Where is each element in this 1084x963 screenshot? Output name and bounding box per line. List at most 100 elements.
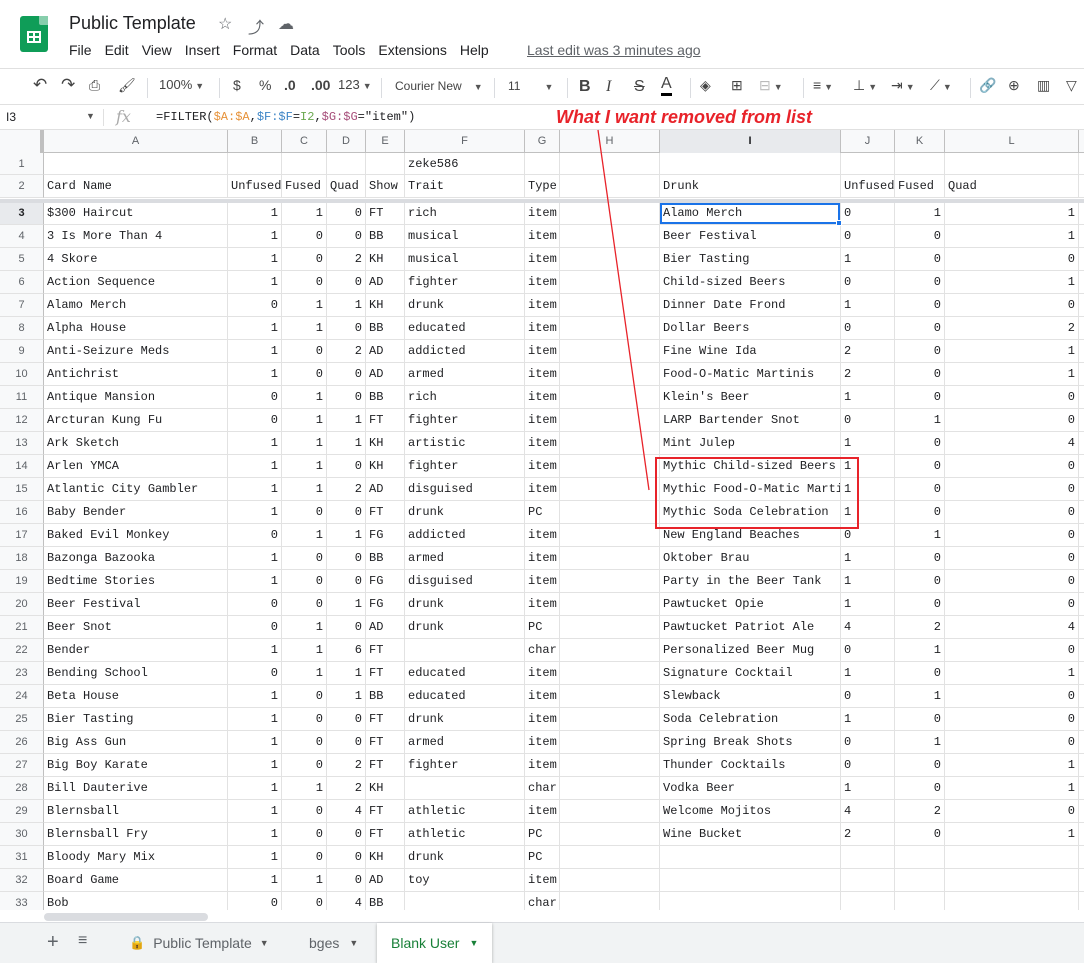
menu-data[interactable]: Data (290, 42, 320, 58)
cell-i14[interactable]: Mythic Child-sized Beers (660, 455, 841, 477)
cell-l3[interactable]: 1 (945, 202, 1079, 224)
cell-a6[interactable]: Action Sequence (44, 271, 228, 293)
cell-e7[interactable]: KH (366, 294, 405, 316)
cell-e22[interactable]: FT (366, 639, 405, 661)
cell-d12[interactable]: 1 (327, 409, 366, 431)
fill-handle[interactable] (836, 220, 842, 226)
cell-l26[interactable]: 0 (945, 731, 1079, 753)
cell-b31[interactable]: 1 (228, 846, 282, 868)
cell-k15[interactable]: 0 (895, 478, 945, 500)
row-header-3[interactable]: 3 (0, 202, 44, 225)
cell-h3[interactable] (560, 202, 660, 224)
cell-l2[interactable]: Quad (945, 175, 1079, 197)
cell-k26[interactable]: 1 (895, 731, 945, 753)
cell-h1[interactable] (560, 153, 660, 174)
row-header-30[interactable]: 30 (0, 823, 44, 846)
row-header-8[interactable]: 8 (0, 317, 44, 340)
cell-g13[interactable]: item (525, 432, 560, 454)
cell-h28[interactable] (560, 777, 660, 799)
cell-f5[interactable]: musical (405, 248, 525, 270)
cell-l15[interactable]: 0 (945, 478, 1079, 500)
cell-d9[interactable]: 2 (327, 340, 366, 362)
cell-j17[interactable]: 0 (841, 524, 895, 546)
row-header-6[interactable]: 6 (0, 271, 44, 294)
cell-a9[interactable]: Anti-Seizure Meds (44, 340, 228, 362)
row-header-4[interactable]: 4 (0, 225, 44, 248)
cell-c23[interactable]: 1 (282, 662, 327, 684)
cell-a2[interactable]: Card Name (44, 175, 228, 197)
cell-f19[interactable]: disguised (405, 570, 525, 592)
cell-g6[interactable]: item (525, 271, 560, 293)
cell-f18[interactable]: armed (405, 547, 525, 569)
cell-f16[interactable]: drunk (405, 501, 525, 523)
cell-c31[interactable]: 0 (282, 846, 327, 868)
cell-d16[interactable]: 0 (327, 501, 366, 523)
menu-tools[interactable]: Tools (333, 42, 366, 58)
cell-k20[interactable]: 0 (895, 593, 945, 615)
cell-l32[interactable] (945, 869, 1079, 891)
cell-h22[interactable] (560, 639, 660, 661)
cell-f29[interactable]: athletic (405, 800, 525, 822)
cell-i31[interactable] (660, 846, 841, 868)
cell-l11[interactable]: 0 (945, 386, 1079, 408)
cell-b30[interactable]: 1 (228, 823, 282, 845)
cell-i26[interactable]: Spring Break Shots (660, 731, 841, 753)
cell-b11[interactable]: 0 (228, 386, 282, 408)
cell-a13[interactable]: Ark Sketch (44, 432, 228, 454)
cell-g8[interactable]: item (525, 317, 560, 339)
cell-i7[interactable]: Dinner Date Frond (660, 294, 841, 316)
insert-comment-icon[interactable]: ⊕ (1008, 77, 1020, 94)
column-header-k[interactable]: K (895, 130, 945, 153)
cell-i32[interactable] (660, 869, 841, 891)
fill-color-icon[interactable]: ◈ (700, 77, 711, 94)
cell-k21[interactable]: 2 (895, 616, 945, 638)
cell-h15[interactable] (560, 478, 660, 500)
cell-j14[interactable]: 1 (841, 455, 895, 477)
cell-h16[interactable] (560, 501, 660, 523)
cell-h4[interactable] (560, 225, 660, 247)
row-header-28[interactable]: 28 (0, 777, 44, 800)
cell-j12[interactable]: 0 (841, 409, 895, 431)
cell-b20[interactable]: 0 (228, 593, 282, 615)
cell-d1[interactable] (327, 153, 366, 174)
cell-j15[interactable]: 1 (841, 478, 895, 500)
cell-d24[interactable]: 1 (327, 685, 366, 707)
cell-c4[interactable]: 0 (282, 225, 327, 247)
cell-h8[interactable] (560, 317, 660, 339)
cell-a28[interactable]: Bill Dauterive (44, 777, 228, 799)
cell-c10[interactable]: 0 (282, 363, 327, 385)
font-size-select[interactable]: 11 ▼ (508, 79, 553, 93)
cell-f4[interactable]: musical (405, 225, 525, 247)
cell-k22[interactable]: 1 (895, 639, 945, 661)
cell-j32[interactable] (841, 869, 895, 891)
cell-a32[interactable]: Board Game (44, 869, 228, 891)
cell-b3[interactable]: 1 (228, 202, 282, 224)
cell-a30[interactable]: Blernsball Fry (44, 823, 228, 845)
cell-c6[interactable]: 0 (282, 271, 327, 293)
menu-insert[interactable]: Insert (185, 42, 220, 58)
cell-d7[interactable]: 1 (327, 294, 366, 316)
cell-c30[interactable]: 0 (282, 823, 327, 845)
menu-edit[interactable]: Edit (105, 42, 129, 58)
cell-i15[interactable]: Mythic Food-O-Matic Martinis (660, 478, 841, 500)
cell-j26[interactable]: 0 (841, 731, 895, 753)
cell-d18[interactable]: 0 (327, 547, 366, 569)
cell-a3[interactable]: $300 Haircut (44, 202, 228, 224)
cell-b28[interactable]: 1 (228, 777, 282, 799)
cell-k31[interactable] (895, 846, 945, 868)
row-header-18[interactable]: 18 (0, 547, 44, 570)
cell-j1[interactable] (841, 153, 895, 174)
cell-b18[interactable]: 1 (228, 547, 282, 569)
cell-f25[interactable]: drunk (405, 708, 525, 730)
cell-l6[interactable]: 1 (945, 271, 1079, 293)
cell-k4[interactable]: 0 (895, 225, 945, 247)
cell-g3[interactable]: item (525, 202, 560, 224)
cell-b1[interactable] (228, 153, 282, 174)
cell-j23[interactable]: 1 (841, 662, 895, 684)
column-header-j[interactable]: J (841, 130, 895, 153)
cell-h30[interactable] (560, 823, 660, 845)
cell-a29[interactable]: Blernsball (44, 800, 228, 822)
cell-g20[interactable]: item (525, 593, 560, 615)
cell-h9[interactable] (560, 340, 660, 362)
cell-d30[interactable]: 0 (327, 823, 366, 845)
